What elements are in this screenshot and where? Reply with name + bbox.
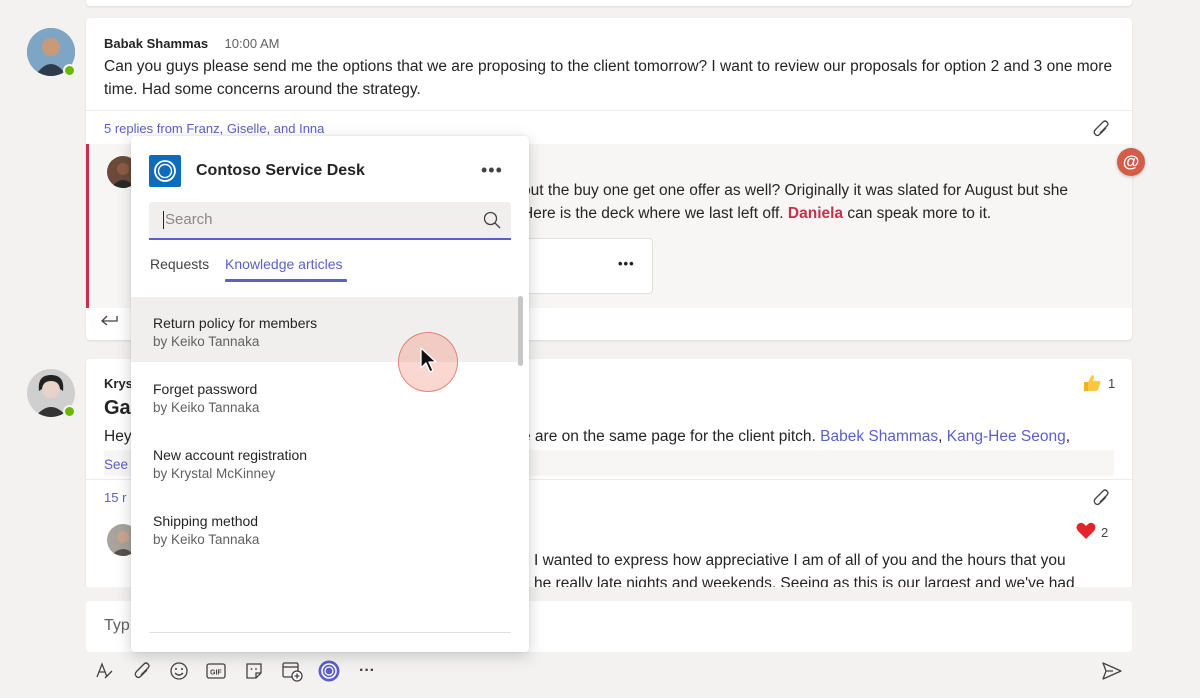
sticker-icon[interactable] bbox=[242, 659, 266, 683]
list-item[interactable]: Forget password by Keiko Tannaka bbox=[131, 363, 519, 428]
message-text: e are on the same page for the client pi… bbox=[522, 428, 821, 445]
text-cursor bbox=[163, 211, 164, 229]
message-body: Hey bbox=[104, 428, 132, 445]
message-body: Can you guys please send me the options … bbox=[104, 58, 1113, 98]
scrollbar[interactable] bbox=[518, 296, 523, 366]
article-author: by Keiko Tannaka bbox=[153, 334, 260, 349]
list-item[interactable]: Shipping method by Keiko Tannaka bbox=[131, 495, 519, 560]
gif-icon[interactable]: GIF bbox=[204, 659, 228, 683]
mention[interactable]: Daniela bbox=[788, 205, 843, 222]
separator: , bbox=[1065, 428, 1071, 445]
article-title: Shipping method bbox=[153, 513, 259, 529]
timestamp: 10:00 AM bbox=[224, 36, 280, 51]
reply-text-line: I wanted to express how appreciative I a… bbox=[534, 552, 1066, 569]
divider bbox=[149, 632, 511, 633]
emoji-icon[interactable] bbox=[167, 659, 191, 683]
divider bbox=[86, 110, 1132, 111]
previous-post-card bbox=[86, 0, 1132, 6]
message-title: Ga bbox=[104, 397, 131, 419]
paperclip-icon[interactable] bbox=[1092, 119, 1110, 144]
presence-available-icon bbox=[63, 405, 76, 418]
search-placeholder: Search bbox=[165, 211, 213, 228]
reaction-count: 2 bbox=[1101, 525, 1109, 540]
contoso-app-icon[interactable] bbox=[317, 659, 341, 683]
reply-text-line: out the buy one get one offer as well? O… bbox=[522, 182, 1068, 199]
separator: , bbox=[938, 428, 947, 445]
mention-badge-icon: @ bbox=[1117, 148, 1145, 176]
message-body: e are on the same page for the client pi… bbox=[522, 425, 1070, 448]
article-author: by Keiko Tannaka bbox=[153, 532, 260, 547]
mouse-pointer-icon bbox=[419, 346, 439, 379]
message-header: Babak Shammas 10:00 AM bbox=[104, 35, 279, 53]
send-icon[interactable] bbox=[1100, 659, 1124, 683]
tab-requests[interactable]: Requests bbox=[150, 256, 209, 272]
list-item[interactable]: Return policy for members by Keiko Tanna… bbox=[131, 297, 519, 362]
paperclip-icon[interactable] bbox=[1092, 488, 1110, 513]
search-input[interactable]: Search bbox=[149, 202, 511, 240]
article-title: New account registration bbox=[153, 447, 308, 463]
author-name[interactable]: Krys bbox=[104, 376, 133, 391]
svg-text:GIF: GIF bbox=[210, 670, 222, 677]
article-author: by Krystal McKinney bbox=[153, 466, 276, 481]
list-item[interactable]: New account registration by Krystal McKi… bbox=[131, 429, 519, 494]
attachment-card[interactable]: ••• bbox=[520, 238, 653, 294]
article-author: by Keiko Tannaka bbox=[153, 400, 260, 415]
author-name[interactable]: Babak Shammas bbox=[104, 36, 208, 51]
tab-knowledge-articles[interactable]: Knowledge articles bbox=[225, 256, 343, 272]
reaction-count: 1 bbox=[1108, 376, 1116, 391]
more-options-icon[interactable]: ••• bbox=[481, 160, 503, 181]
see-more-link[interactable]: See bbox=[104, 457, 128, 472]
reply-arrow-icon[interactable] bbox=[100, 312, 118, 331]
replies-link[interactable]: 15 r bbox=[104, 490, 126, 505]
article-title: Forget password bbox=[153, 381, 258, 397]
compose-placeholder: Typ bbox=[104, 617, 130, 634]
meet-icon[interactable] bbox=[280, 659, 304, 683]
replies-link[interactable]: 5 replies from Franz, Giselle, and Inna bbox=[104, 121, 324, 136]
more-icon[interactable]: ··· bbox=[355, 659, 379, 683]
contoso-logo-icon bbox=[149, 155, 181, 187]
attach-icon[interactable] bbox=[130, 659, 154, 683]
mention[interactable]: Babek Shammas bbox=[820, 428, 938, 445]
format-icon[interactable] bbox=[92, 659, 116, 683]
app-title: Contoso Service Desk bbox=[196, 162, 365, 179]
active-tab-indicator bbox=[225, 279, 347, 282]
mention[interactable]: Kang-Hee Seong bbox=[947, 428, 1066, 445]
presence-available-icon bbox=[63, 64, 76, 77]
more-options-icon[interactable]: ••• bbox=[618, 256, 635, 271]
search-icon[interactable] bbox=[483, 211, 501, 234]
article-title: Return policy for members bbox=[153, 315, 318, 331]
reply-text: Here is the deck where we last left off. bbox=[522, 205, 788, 222]
heart-icon[interactable] bbox=[1076, 522, 1096, 545]
thumbs-up-icon[interactable] bbox=[1082, 373, 1102, 398]
reply-text: can speak more to it. bbox=[843, 205, 992, 222]
reply-text-line: Here is the deck where we last left off.… bbox=[522, 202, 991, 225]
app-popup: Contoso Service Desk ••• Search Requests… bbox=[131, 136, 529, 652]
